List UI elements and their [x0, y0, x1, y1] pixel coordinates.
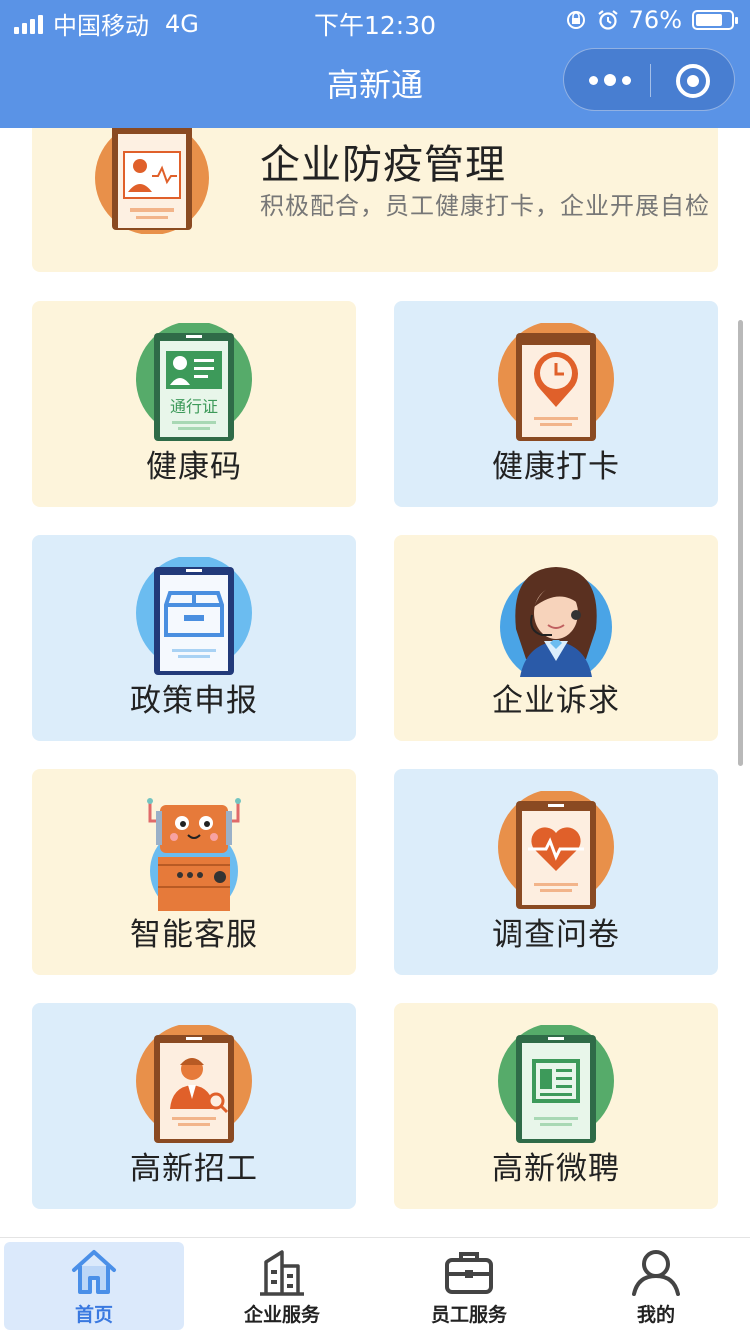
health-checkin-card[interactable]: 健康打卡: [394, 301, 718, 507]
banner-subtitle: 积极配合，员工健康打卡，企业开展自检: [260, 192, 710, 220]
pass-card-text: 通行证: [170, 398, 218, 416]
top-header: 中国移动 4G 下午12:30 76% 高新通: [0, 0, 750, 128]
tab-enterprise-service[interactable]: 企业服务: [192, 1242, 372, 1330]
tab-mine[interactable]: 我的: [566, 1242, 746, 1330]
alarm-icon: [597, 10, 618, 30]
card-label: 健康打卡: [492, 449, 620, 485]
micro-hiring-card[interactable]: 高新微聘: [394, 1003, 718, 1209]
newspaper-icon: [498, 1025, 614, 1143]
more-dots-icon[interactable]: [586, 69, 634, 91]
close-miniprogram-icon[interactable]: [676, 64, 710, 98]
card-label: 调查问卷: [492, 917, 620, 953]
recruit-person-icon: [136, 1025, 252, 1143]
monitor-person-icon: [95, 128, 209, 234]
status-bar: 中国移动 4G 下午12:30 76%: [0, 0, 750, 42]
heart-pulse-icon: [498, 791, 614, 909]
miniprogram-capsule: [563, 48, 735, 111]
capsule-divider: [650, 64, 651, 97]
smart-service-card[interactable]: 智能客服: [32, 769, 356, 975]
card-label: 企业诉求: [492, 683, 620, 719]
clock-pin-icon: [498, 323, 614, 441]
customer-service-woman-icon: [500, 567, 612, 677]
policy-declaration-card[interactable]: 政策申报: [32, 535, 356, 741]
building-icon: [260, 1250, 304, 1296]
user-icon: [632, 1250, 680, 1296]
card-label: 智能客服: [130, 917, 258, 953]
card-label: 政策申报: [130, 683, 258, 719]
bottom-tab-bar: 首页 企业服务 员工服务 我的: [0, 1237, 750, 1334]
robot-icon: [147, 798, 241, 911]
battery-percent: 76%: [628, 6, 682, 34]
tab-label: 首页: [74, 1304, 113, 1326]
rotation-lock-icon: [566, 11, 585, 29]
battery-icon: [692, 10, 738, 30]
tab-employee-service[interactable]: 员工服务: [379, 1242, 559, 1330]
health-code-card[interactable]: 通行证 健康码: [32, 301, 356, 507]
card-label: 高新招工: [130, 1151, 258, 1187]
banner-title: 企业防疫管理: [260, 142, 506, 188]
card-label: 健康码: [146, 449, 242, 485]
tab-label: 员工服务: [430, 1304, 507, 1326]
briefcase-icon: [445, 1252, 493, 1294]
tab-home[interactable]: 首页: [4, 1242, 184, 1330]
recruitment-card[interactable]: 高新招工: [32, 1003, 356, 1209]
pass-card-icon: 通行证: [136, 323, 252, 441]
vertical-scrollbar[interactable]: [738, 320, 743, 766]
tab-label: 企业服务: [243, 1304, 320, 1326]
epidemic-management-banner[interactable]: 企业防疫管理 积极配合，员工健康打卡，企业开展自检: [32, 128, 718, 272]
card-label: 高新微聘: [492, 1151, 620, 1187]
tab-label: 我的: [636, 1304, 675, 1326]
enterprise-appeal-card[interactable]: 企业诉求: [394, 535, 718, 741]
box-document-icon: [136, 557, 252, 675]
home-icon: [72, 1250, 116, 1294]
survey-card[interactable]: 调查问卷: [394, 769, 718, 975]
